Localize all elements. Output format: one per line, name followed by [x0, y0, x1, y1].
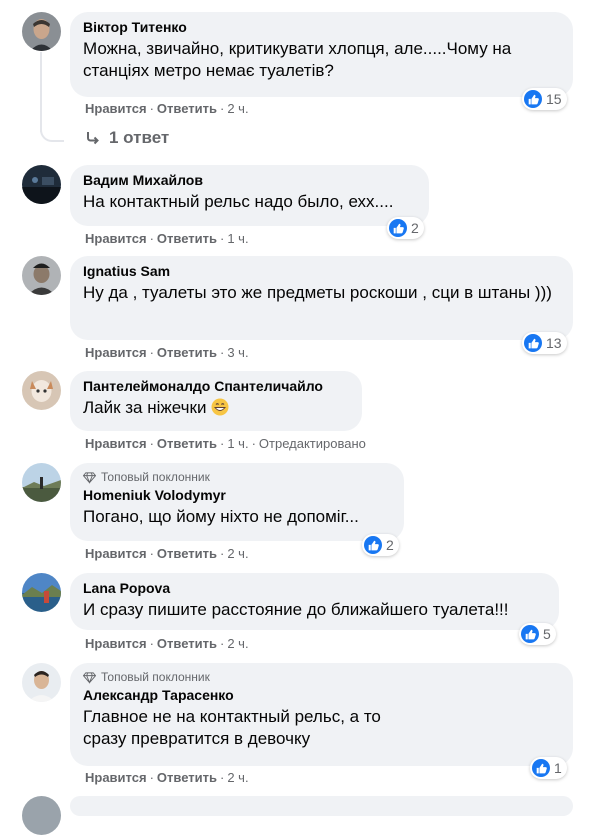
comment-actions: Нравится · Ответить · 1 ч. · Отредактировано [85, 436, 366, 451]
top-fan-label: Топовый поклонник [101, 470, 210, 484]
comment-author[interactable]: Александр Тарасенко [83, 687, 561, 704]
diamond-icon [83, 471, 96, 484]
like-reaction-icon [389, 219, 407, 237]
comment-time[interactable]: 1 ч. [227, 231, 248, 246]
avatar[interactable] [22, 573, 61, 612]
comment-bubble [70, 796, 573, 816]
like-reaction-icon [532, 759, 550, 777]
comment-author[interactable]: Ignatius Sam [83, 263, 561, 280]
comment-author[interactable]: Homeniuk Volodymyr [83, 487, 392, 504]
comment-bubble: Топовый поклонник Homeniuk Volodymyr Пог… [70, 463, 404, 541]
reply-button[interactable]: Ответить [157, 436, 217, 451]
top-fan-badge: Топовый поклонник [83, 470, 392, 484]
reaction-count[interactable]: 2 [362, 534, 399, 556]
reaction-count[interactable]: 15 [522, 88, 567, 110]
comment-time[interactable]: 1 ч. [227, 436, 248, 451]
comment-bubble: Пантелеймоналдо Спантеличайло Лайк за ні… [70, 371, 362, 431]
like-button[interactable]: Нравится [85, 546, 147, 561]
comment-bubble: Вадим Михайлов На контактный рельс надо … [70, 165, 429, 226]
top-fan-badge: Топовый поклонник [83, 670, 561, 684]
comment-time[interactable]: 2 ч. [227, 770, 248, 785]
reaction-number: 15 [546, 91, 562, 107]
like-button[interactable]: Нравится [85, 231, 147, 246]
avatar[interactable] [22, 371, 61, 410]
comment-author[interactable]: Вадим Михайлов [83, 172, 417, 189]
reply-button[interactable]: Ответить [157, 345, 217, 360]
reaction-number: 2 [411, 220, 419, 236]
like-button[interactable]: Нравится [85, 101, 147, 116]
avatar[interactable] [22, 12, 61, 51]
like-reaction-icon [524, 90, 542, 108]
like-reaction-icon [521, 625, 539, 643]
reaction-number: 5 [543, 626, 551, 642]
comment-text: Ну да , туалеты это же предметы роскоши … [83, 283, 552, 302]
like-button[interactable]: Нравится [85, 345, 147, 360]
like-button[interactable]: Нравится [85, 436, 147, 451]
reaction-count[interactable]: 2 [387, 217, 424, 239]
reaction-count[interactable]: 5 [519, 623, 556, 645]
comment-author[interactable]: Віктор Титенко [83, 19, 561, 36]
comment-actions: Нравится · Ответить · 2 ч. [85, 636, 249, 651]
comment-actions: Нравится · Ответить · 1 ч. [85, 231, 249, 246]
diamond-icon [83, 671, 96, 684]
comment-bubble: Віктор Титенко Можна, звичайно, критикув… [70, 12, 573, 97]
comment-time[interactable]: 2 ч. [227, 101, 248, 116]
reaction-number: 13 [546, 335, 562, 351]
comment-text: На контактный рельс надо было, ехх.... [83, 192, 394, 211]
comment-actions: Нравится · Ответить · 3 ч. [85, 345, 249, 360]
edited-label: Отредактировано [258, 436, 366, 451]
comment-text-content: Лайк за ніжечки [83, 398, 207, 417]
comment-bubble: Lana Popova И сразу пишите расстояние до… [70, 573, 559, 630]
reply-button[interactable]: Ответить [157, 231, 217, 246]
reply-button[interactable]: Ответить [157, 546, 217, 561]
reaction-count[interactable]: 13 [522, 332, 567, 354]
avatar[interactable] [22, 463, 61, 502]
thread-connector-curve [40, 118, 64, 142]
like-reaction-icon [524, 334, 542, 352]
comment-time[interactable]: 3 ч. [227, 345, 248, 360]
reply-button[interactable]: Ответить [157, 636, 217, 651]
reaction-number: 2 [386, 537, 394, 553]
comment-text: Погано, що йому ніхто не допоміг... [83, 507, 359, 526]
comment-text: Лайк за ніжечки [83, 397, 350, 419]
comment-actions: Нравится · Ответить · 2 ч. [85, 546, 249, 561]
comment-bubble: Ignatius Sam Ну да , туалеты это же пред… [70, 256, 573, 340]
reply-button[interactable]: Ответить [157, 770, 217, 785]
view-replies-link[interactable]: 1 ответ [85, 128, 169, 148]
comment-author[interactable]: Пантелеймоналдо Спантеличайло [83, 378, 350, 395]
avatar[interactable] [22, 663, 61, 702]
comment-actions: Нравится · Ответить · 2 ч. [85, 101, 249, 116]
reply-arrow-icon [87, 132, 99, 145]
top-fan-label: Топовый поклонник [101, 670, 210, 684]
comment-time[interactable]: 2 ч. [227, 546, 248, 561]
comment-actions: Нравится · Ответить · 2 ч. [85, 770, 249, 785]
like-button[interactable]: Нравится [85, 636, 147, 651]
avatar[interactable] [22, 796, 61, 835]
comment-text: И сразу пишите расстояние до ближайшего … [83, 600, 509, 619]
like-button[interactable]: Нравится [85, 770, 147, 785]
reaction-count[interactable]: 1 [530, 757, 567, 779]
comment-bubble: Топовый поклонник Александр Тарасенко Гл… [70, 663, 573, 766]
avatar[interactable] [22, 165, 61, 204]
like-reaction-icon [364, 536, 382, 554]
comment-author[interactable]: Lana Popova [83, 580, 547, 597]
avatar[interactable] [22, 256, 61, 295]
comment-text: Можна, звичайно, критикувати хлопця, але… [83, 39, 512, 80]
grinning-face-emoji [211, 398, 229, 416]
reply-button[interactable]: Ответить [157, 101, 217, 116]
comment-time[interactable]: 2 ч. [227, 636, 248, 651]
comment-text: Главное не на контактный рельс, а то сра… [83, 707, 381, 748]
view-replies-label: 1 ответ [109, 128, 170, 147]
reaction-number: 1 [554, 760, 562, 776]
